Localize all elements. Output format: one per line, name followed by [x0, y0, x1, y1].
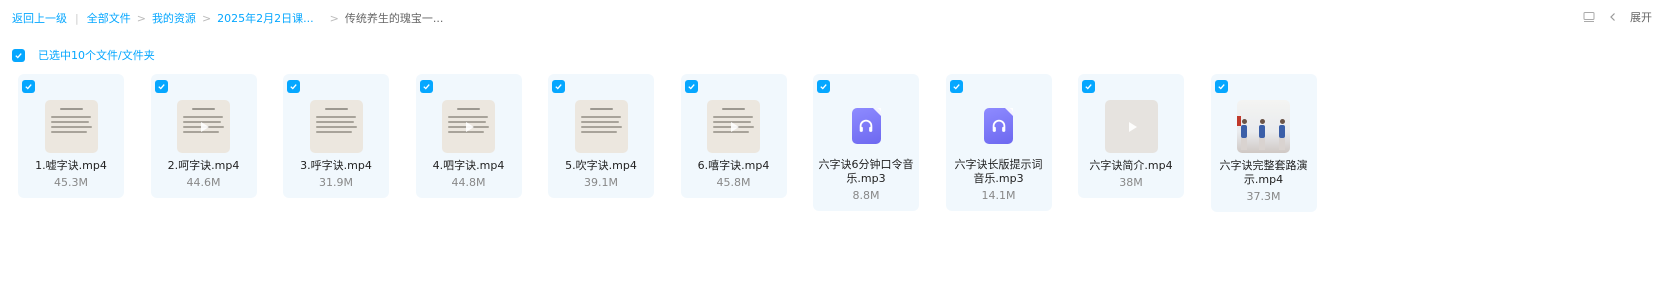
chevron-right-icon: >: [136, 11, 146, 25]
play-icon: [201, 121, 209, 132]
file-checkbox[interactable]: [684, 80, 698, 93]
video-thumbnail: [707, 100, 760, 153]
video-thumbnail: [309, 100, 363, 153]
file-checkbox[interactable]: [419, 80, 433, 93]
file-checkbox[interactable]: [154, 80, 168, 93]
breadcrumb-item-course[interactable]: 2025年2月2日课...: [217, 10, 313, 26]
file-grid: 1.嘘字诀.mp4 45.3M 2.呵字诀.mp4 44.6M 3.呼字诀.mp4 31.…: [18, 74, 1343, 212]
headphones-icon: [859, 119, 873, 132]
file-size: 14.1M: [981, 189, 1016, 202]
file-checkbox[interactable]: [949, 80, 963, 93]
check-icon: [687, 84, 695, 90]
check-icon: [15, 52, 22, 59]
chevron-left-icon[interactable]: [1606, 10, 1620, 24]
back-link[interactable]: 返回上一级: [12, 10, 67, 26]
file-name[interactable]: 六字诀简介.mp4: [1082, 159, 1180, 173]
video-thumbnail: [574, 100, 628, 153]
breadcrumb: 返回上一级 | 全部文件 > 我的资源 > 2025年2月2日课... > 传统…: [12, 10, 443, 26]
file-card[interactable]: 六字诀完整套路演示.mp4 37.3M: [1210, 74, 1317, 212]
file-name[interactable]: 六字诀长版提示词音乐.mp3: [944, 158, 1054, 186]
breadcrumb-item-my-resources[interactable]: 我的资源: [152, 10, 196, 26]
file-size: 45.3M: [54, 176, 88, 189]
file-size: 37.3M: [1246, 190, 1281, 203]
check-icon: [290, 84, 297, 90]
file-card[interactable]: 6.嘻字诀.mp4 45.8M: [680, 74, 787, 198]
file-name[interactable]: 六字诀6分钟口令音乐.mp3: [811, 158, 921, 186]
check-icon: [157, 84, 165, 90]
video-thumbnail: [44, 100, 98, 153]
selection-count-label: 已选中10个文件/文件夹: [38, 49, 155, 62]
check-icon: [820, 84, 827, 90]
file-name[interactable]: 3.呼字诀.mp4: [287, 159, 385, 173]
file-card[interactable]: 3.呼字诀.mp4 31.9M: [283, 74, 389, 198]
top-bar: 返回上一级 | 全部文件 > 我的资源 > 2025年2月2日课... > 传统…: [0, 0, 1660, 36]
file-checkbox[interactable]: [552, 80, 565, 93]
headphones-icon: [992, 119, 1005, 132]
play-icon: [731, 121, 739, 132]
chevron-right-icon: >: [201, 11, 212, 25]
expand-button[interactable]: 展开: [1630, 9, 1652, 25]
check-icon: [952, 84, 960, 90]
video-thumbnail: [177, 100, 230, 153]
file-checkbox[interactable]: [287, 80, 300, 93]
file-name[interactable]: 2.呵字诀.mp4: [155, 159, 253, 173]
video-thumbnail: [1237, 100, 1290, 153]
file-checkbox[interactable]: [22, 80, 35, 93]
play-icon: [1128, 121, 1137, 132]
breadcrumb-current: 传统养生的瑰宝一...: [344, 12, 444, 25]
file-size: 38M: [1119, 176, 1143, 189]
breadcrumb-divider: |: [75, 11, 79, 25]
file-name[interactable]: 1.嘘字诀.mp4: [22, 159, 120, 173]
video-thumbnail: [1104, 100, 1158, 153]
file-card[interactable]: 5.吹字诀.mp4 39.1M: [548, 74, 654, 198]
file-checkbox[interactable]: [1214, 80, 1228, 93]
selection-bar: 已选中10个文件/文件夹: [12, 47, 155, 63]
audio-file-icon: [984, 108, 1013, 144]
chevron-right-icon: >: [329, 11, 339, 25]
breadcrumb-item-all-files[interactable]: 全部文件: [87, 10, 131, 26]
file-card[interactable]: 六字诀6分钟口令音乐.mp3 8.8M: [813, 74, 919, 211]
check-icon: [555, 84, 562, 90]
check-icon: [1085, 84, 1092, 90]
file-card[interactable]: 2.呵字诀.mp4 44.6M: [150, 74, 257, 198]
select-all-checkbox[interactable]: [12, 48, 25, 62]
file-size: 44.6M: [186, 176, 221, 189]
file-size: 45.8M: [716, 176, 751, 189]
play-icon: [466, 121, 474, 132]
check-icon: [1217, 84, 1225, 90]
check-icon: [25, 84, 32, 90]
audio-file-icon: [851, 108, 881, 144]
file-name[interactable]: 六字诀完整套路演示.mp4: [1211, 159, 1317, 187]
panel-icon[interactable]: [1582, 10, 1596, 24]
file-name[interactable]: 4.呬字诀.mp4: [420, 159, 518, 173]
file-checkbox[interactable]: [817, 80, 830, 93]
file-size: 44.8M: [451, 176, 486, 189]
file-card[interactable]: 4.呬字诀.mp4 44.8M: [415, 74, 522, 198]
file-card[interactable]: 1.嘘字诀.mp4 45.3M: [18, 74, 124, 198]
check-icon: [422, 84, 430, 90]
top-right-controls: 展开: [1582, 9, 1652, 25]
file-name[interactable]: 5.吹字诀.mp4: [552, 159, 650, 173]
file-size: 39.1M: [584, 176, 618, 189]
file-name[interactable]: 6.嘻字诀.mp4: [685, 159, 783, 173]
file-card[interactable]: 六字诀长版提示词音乐.mp3 14.1M: [944, 74, 1054, 211]
file-size: 8.8M: [852, 189, 880, 202]
file-card[interactable]: 六字诀简介.mp4 38M: [1078, 74, 1184, 198]
file-checkbox[interactable]: [1082, 80, 1095, 93]
video-thumbnail: [442, 100, 495, 153]
file-size: 31.9M: [319, 176, 353, 189]
